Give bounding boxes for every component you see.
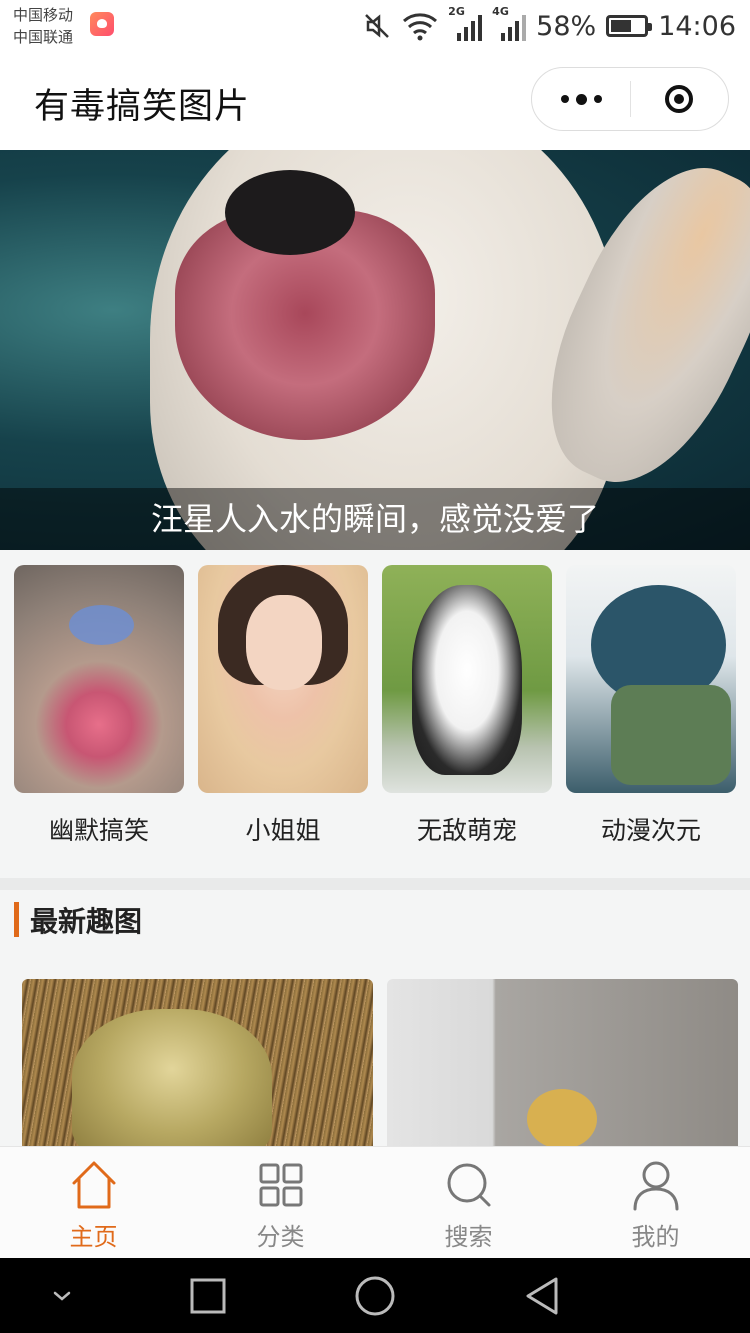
category-label: 小姐姐 xyxy=(245,816,321,845)
image-card[interactable] xyxy=(387,979,738,1146)
category-item-pets[interactable]: 无敌萌宠 xyxy=(382,565,552,847)
system-navigation-bar xyxy=(0,1258,750,1333)
search-icon xyxy=(447,1163,491,1207)
tab-label: 分类 xyxy=(256,1223,305,1251)
tab-bar: 主页 分类 搜索 我的 xyxy=(0,1146,750,1258)
mute-icon xyxy=(365,14,390,38)
banner-image-detail xyxy=(225,170,355,255)
user-icon xyxy=(633,1161,679,1211)
status-icons: 2G 4G 58% 14:06 xyxy=(362,5,736,42)
triangle-back-icon xyxy=(526,1277,558,1314)
tab-search[interactable]: 搜索 xyxy=(375,1147,562,1259)
square-icon xyxy=(190,1278,226,1313)
close-miniprogram-button[interactable] xyxy=(631,68,728,130)
app-notification-icon xyxy=(90,12,114,36)
section-accent-bar xyxy=(14,902,19,937)
battery-icon xyxy=(606,15,653,37)
category-label: 无敌萌宠 xyxy=(416,816,517,845)
chevron-down-icon xyxy=(53,1291,71,1301)
more-dot-icon xyxy=(560,95,569,103)
carrier-1: 中国移动 xyxy=(13,6,74,24)
hide-nav-button[interactable] xyxy=(32,1258,92,1333)
battery-percent: 58% xyxy=(536,10,597,42)
home-icon xyxy=(72,1161,116,1209)
category-thumbnail xyxy=(382,565,552,793)
carrier-2: 中国联通 xyxy=(13,28,74,46)
banner-carousel[interactable]: 汪星人入水的瞬间，感觉没爱了 xyxy=(0,150,750,550)
category-thumbnail xyxy=(14,565,184,793)
tab-label: 主页 xyxy=(69,1223,118,1251)
signal-4g-icon: 4G xyxy=(492,5,527,41)
section-title: 最新趣图 xyxy=(30,905,143,938)
home-button[interactable] xyxy=(345,1258,405,1333)
more-dot-icon xyxy=(575,93,587,105)
back-button[interactable] xyxy=(512,1258,572,1333)
category-label: 动漫次元 xyxy=(600,816,701,845)
clock: 14:06 xyxy=(658,10,736,42)
carrier-info: 中国移动 中国联通 xyxy=(13,4,73,48)
signal-2g-icon: 2G xyxy=(448,5,483,41)
tab-label: 我的 xyxy=(631,1223,680,1251)
target-icon xyxy=(665,85,694,113)
tab-home[interactable]: 主页 xyxy=(0,1147,187,1259)
tab-label: 搜索 xyxy=(444,1223,493,1251)
navigation-bar: 有毒搞笑图片 xyxy=(0,52,750,150)
wifi-icon xyxy=(403,13,438,41)
category-label: 幽默搞笑 xyxy=(48,816,149,845)
tab-profile[interactable]: 我的 xyxy=(562,1147,749,1259)
grid-icon xyxy=(259,1163,303,1207)
more-dot-icon xyxy=(593,95,602,103)
circle-icon xyxy=(355,1276,395,1315)
category-thumbnail xyxy=(198,565,368,793)
section-divider xyxy=(0,878,750,890)
category-item-girls[interactable]: 小姐姐 xyxy=(198,565,368,847)
miniprogram-capsule xyxy=(531,67,729,131)
page-title: 有毒搞笑图片 xyxy=(34,87,251,127)
category-item-anime[interactable]: 动漫次元 xyxy=(566,565,736,847)
banner-caption: 汪星人入水的瞬间，感觉没爱了 xyxy=(0,488,750,550)
latest-section: 最新趣图 xyxy=(0,890,750,1146)
category-grid: 幽默搞笑 小姐姐 无敌萌宠 动漫次元 xyxy=(0,550,750,878)
category-item-humor[interactable]: 幽默搞笑 xyxy=(14,565,184,847)
category-thumbnail xyxy=(566,565,736,793)
recent-apps-button[interactable] xyxy=(178,1258,238,1333)
tab-category[interactable]: 分类 xyxy=(187,1147,374,1259)
status-bar: 中国移动 中国联通 2G 4G 58% 14:06 xyxy=(0,0,750,52)
more-options-button[interactable] xyxy=(532,68,630,130)
image-card[interactable] xyxy=(22,979,373,1146)
